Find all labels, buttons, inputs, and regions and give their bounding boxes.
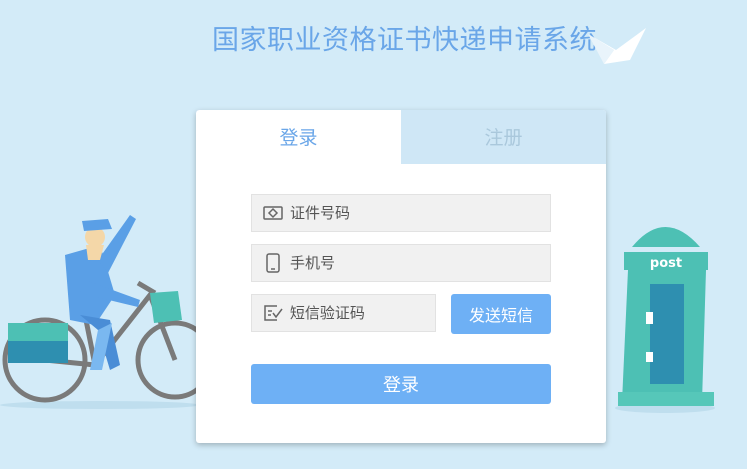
- id-number-input[interactable]: [290, 204, 529, 222]
- login-card: 登录 注册 发送短信 登录: [196, 110, 606, 443]
- sms-code-input[interactable]: [289, 304, 435, 322]
- paper-bird-icon: [588, 28, 646, 64]
- id-number-field[interactable]: [251, 194, 551, 232]
- phone-input[interactable]: [290, 254, 529, 272]
- tab-login[interactable]: 登录: [196, 110, 401, 163]
- tab-register[interactable]: 注册: [401, 110, 606, 164]
- id-card-icon: [262, 202, 284, 224]
- verify-code-icon: [262, 302, 284, 324]
- sms-code-field[interactable]: [251, 294, 436, 332]
- page-title: 国家职业资格证书快递申请系统: [212, 25, 597, 56]
- login-button[interactable]: 登录: [251, 364, 551, 404]
- mailbox-illustration: post: [615, 227, 715, 413]
- phone-field[interactable]: [251, 244, 551, 282]
- send-sms-button[interactable]: 发送短信: [451, 294, 551, 334]
- mailbox-post-text: post: [650, 256, 682, 271]
- cyclist-illustration: [0, 215, 215, 409]
- phone-icon: [262, 252, 284, 274]
